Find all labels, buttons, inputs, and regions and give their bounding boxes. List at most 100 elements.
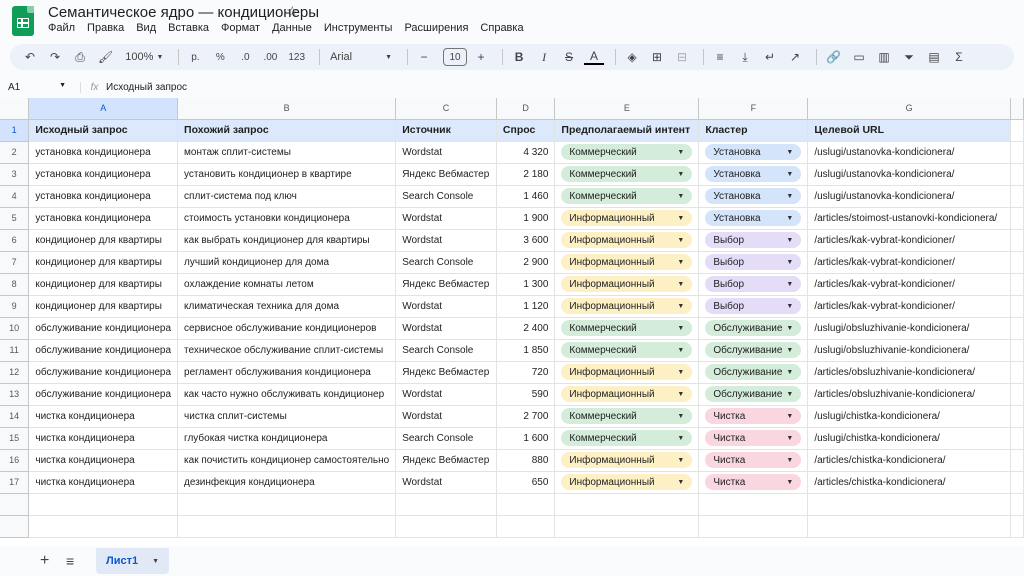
cell[interactable] (1010, 119, 1024, 142)
cluster-chip[interactable]: Обслуживание ▼ (705, 386, 802, 402)
query-cell[interactable]: обслуживание кондиционера (28, 339, 179, 362)
percent-format-button[interactable]: % (210, 46, 230, 68)
column-header[interactable]: A (28, 98, 179, 120)
cluster-cell[interactable]: Обслуживание ▼ (698, 361, 809, 384)
cell[interactable] (1010, 493, 1024, 516)
row-header[interactable]: 13 (0, 383, 30, 406)
query-cell[interactable]: установка кондиционера (28, 141, 179, 164)
source-cell[interactable]: Search Console (395, 185, 497, 208)
cluster-chip[interactable]: Обслуживание ▼ (705, 320, 802, 336)
cell[interactable] (1010, 229, 1024, 252)
intent-chip[interactable]: Информационный ▼ (561, 210, 693, 226)
query-cell[interactable]: установка кондиционера (28, 185, 179, 208)
volume-cell[interactable]: 1 850 (496, 339, 556, 362)
similar-query-cell[interactable]: сервисное обслуживание кондиционеров (177, 317, 397, 340)
header-cell[interactable]: Предполагаемый интент (554, 119, 700, 142)
source-cell[interactable]: Яндекс Вебмастер (395, 361, 497, 384)
source-cell[interactable]: Wordstat (395, 405, 497, 428)
source-cell[interactable]: Яндекс Вебмастер (395, 273, 497, 296)
row-header[interactable]: 7 (0, 251, 30, 274)
header-cell[interactable]: Кластер (698, 119, 809, 142)
url-cell[interactable]: /uslugi/ustanovka-kondicionera/ (807, 141, 1011, 164)
similar-query-cell[interactable]: установить кондиционер в квартире (177, 163, 397, 186)
cell[interactable] (28, 493, 179, 516)
borders-icon[interactable]: ⊞ (647, 46, 667, 68)
italic-icon[interactable]: I (534, 46, 554, 68)
intent-chip[interactable]: Коммерческий ▼ (561, 408, 693, 424)
cell[interactable] (1010, 163, 1024, 186)
cluster-cell[interactable]: Установка ▼ (698, 207, 809, 230)
intent-chip[interactable]: Информационный ▼ (561, 298, 693, 314)
all-sheets-icon[interactable]: ≡ (66, 553, 82, 569)
query-cell[interactable]: обслуживание кондиционера (28, 317, 179, 340)
url-cell[interactable]: /uslugi/obsluzhivanie-kondicionera/ (807, 317, 1011, 340)
row-header[interactable]: 4 (0, 185, 30, 208)
cell[interactable] (1010, 295, 1024, 318)
cluster-cell[interactable]: Чистка ▼ (698, 427, 809, 450)
source-cell[interactable]: Wordstat (395, 141, 497, 164)
intent-cell[interactable]: Коммерческий ▼ (554, 163, 700, 186)
text-wrap-icon[interactable]: ↵ (760, 46, 780, 68)
url-cell[interactable]: /articles/kak-vybrat-kondicioner/ (807, 229, 1011, 252)
source-cell[interactable]: Wordstat (395, 229, 497, 252)
menu-file[interactable]: Файл (48, 22, 81, 34)
cell[interactable] (177, 515, 397, 538)
cell[interactable] (1010, 207, 1024, 230)
cell[interactable] (1010, 449, 1024, 472)
similar-query-cell[interactable]: как почистить кондиционер самостоятельно (177, 449, 397, 472)
row-header[interactable]: 14 (0, 405, 30, 428)
filter-icon[interactable]: ⏷ (899, 46, 919, 68)
decrease-decimal-button[interactable]: .0 (235, 46, 255, 68)
cluster-cell[interactable]: Выбор ▼ (698, 251, 809, 274)
source-cell[interactable]: Search Console (395, 251, 497, 274)
cluster-cell[interactable]: Установка ▼ (698, 185, 809, 208)
currency-format-button[interactable]: р. (185, 46, 205, 68)
intent-chip[interactable]: Коммерческий ▼ (561, 342, 693, 358)
volume-cell[interactable]: 650 (496, 471, 556, 494)
cluster-cell[interactable]: Чистка ▼ (698, 449, 809, 472)
volume-cell[interactable]: 720 (496, 361, 556, 384)
text-rotation-icon[interactable]: ↗ (785, 46, 805, 68)
volume-cell[interactable]: 1 460 (496, 185, 556, 208)
query-cell[interactable]: кондиционер для квартиры (28, 251, 179, 274)
column-header[interactable]: D (496, 98, 556, 120)
cluster-cell[interactable]: Установка ▼ (698, 141, 809, 164)
cluster-chip[interactable]: Чистка ▼ (705, 474, 802, 490)
cell[interactable] (395, 493, 497, 516)
cluster-chip[interactable]: Установка ▼ (705, 144, 802, 160)
intent-chip[interactable]: Информационный ▼ (561, 254, 693, 270)
intent-cell[interactable]: Коммерческий ▼ (554, 339, 700, 362)
bold-icon[interactable]: B (509, 46, 529, 68)
url-cell[interactable]: /uslugi/chistka-kondicionera/ (807, 427, 1011, 450)
intent-cell[interactable]: Коммерческий ▼ (554, 317, 700, 340)
similar-query-cell[interactable]: климатическая техника для дома (177, 295, 397, 318)
cluster-chip[interactable]: Выбор ▼ (705, 232, 802, 248)
url-cell[interactable]: /articles/kak-vybrat-kondicioner/ (807, 273, 1011, 296)
cluster-chip[interactable]: Выбор ▼ (705, 298, 802, 314)
header-cell[interactable]: Похожий запрос (177, 119, 397, 142)
cluster-cell[interactable]: Чистка ▼ (698, 471, 809, 494)
font-size-input[interactable]: 10 (443, 48, 468, 66)
similar-query-cell[interactable]: дезинфекция кондиционера (177, 471, 397, 494)
cell[interactable] (807, 493, 1011, 516)
query-cell[interactable]: кондиционер для квартиры (28, 295, 179, 318)
similar-query-cell[interactable]: монтаж сплит-системы (177, 141, 397, 164)
volume-cell[interactable]: 1 300 (496, 273, 556, 296)
query-cell[interactable]: чистка кондиционера (28, 471, 179, 494)
formula-input[interactable]: Исходный запрос (106, 82, 187, 93)
fill-color-icon[interactable]: ◈ (622, 46, 642, 68)
intent-chip[interactable]: Информационный ▼ (561, 276, 693, 292)
volume-cell[interactable]: 1 900 (496, 207, 556, 230)
query-cell[interactable]: чистка кондиционера (28, 449, 179, 472)
header-cell[interactable]: Целевой URL (807, 119, 1011, 142)
cell[interactable] (698, 515, 809, 538)
row-header[interactable]: 1 (0, 119, 30, 142)
column-header[interactable]: B (177, 98, 397, 120)
volume-cell[interactable]: 2 700 (496, 405, 556, 428)
cluster-cell[interactable]: Обслуживание ▼ (698, 383, 809, 406)
row-header[interactable]: 5 (0, 207, 30, 230)
horizontal-align-icon[interactable]: ≡ (710, 46, 730, 68)
spreadsheet-grid[interactable]: A B C D E F G 1 Исходный запрос Похожий … (0, 98, 1024, 546)
row-header[interactable] (0, 515, 30, 538)
cell[interactable] (496, 515, 556, 538)
